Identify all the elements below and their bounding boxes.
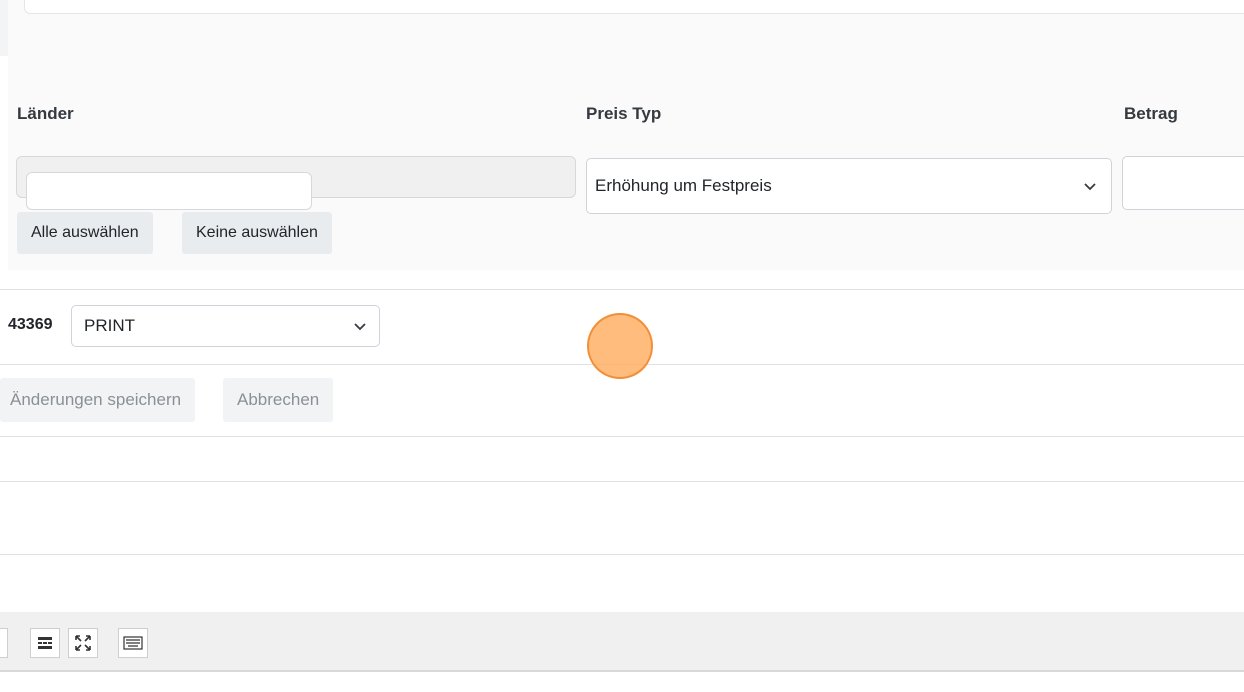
divider xyxy=(0,481,1244,482)
chevron-down-icon xyxy=(354,323,366,331)
price-type-select[interactable]: Erhöhung um Festpreis xyxy=(586,158,1112,214)
fullscreen-icon[interactable] xyxy=(68,628,98,658)
price-type-label: Preis Typ xyxy=(586,104,662,123)
chevron-down-icon xyxy=(1084,183,1096,191)
toolbar-border xyxy=(0,670,1244,672)
divider xyxy=(0,289,1244,290)
price-type-value: Erhöhung um Festpreis xyxy=(595,176,772,195)
countries-label: Länder xyxy=(17,104,74,123)
order-type-select[interactable]: PRINT xyxy=(71,305,380,347)
save-changes-button[interactable]: Änderungen speichern xyxy=(0,378,196,422)
order-type-value: PRINT xyxy=(84,316,135,335)
countries-search-input[interactable] xyxy=(26,172,312,210)
divider xyxy=(0,436,1244,437)
click-indicator xyxy=(587,313,653,379)
keyboard-icon[interactable] xyxy=(118,628,148,658)
top-panel xyxy=(8,0,1244,56)
top-field[interactable] xyxy=(24,0,1244,14)
editor-toolbar xyxy=(0,612,1244,670)
horizontal-rule-icon[interactable] xyxy=(30,628,60,658)
select-all-button[interactable]: Alle auswählen xyxy=(17,212,153,254)
divider xyxy=(0,554,1244,555)
cancel-button[interactable]: Abbrechen xyxy=(223,378,334,422)
partial-icon[interactable] xyxy=(0,628,8,658)
amount-label: Betrag xyxy=(1124,104,1178,123)
amount-input[interactable] xyxy=(1122,156,1244,210)
select-none-button[interactable]: Keine auswählen xyxy=(182,212,332,254)
order-id: 43369 xyxy=(8,316,53,333)
